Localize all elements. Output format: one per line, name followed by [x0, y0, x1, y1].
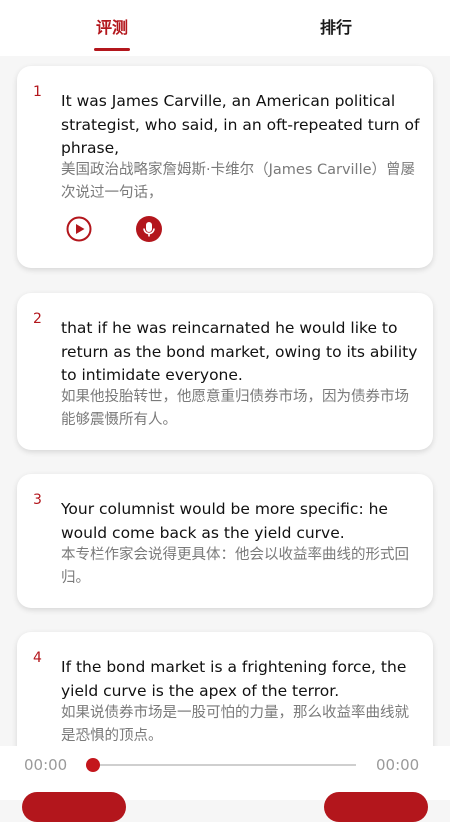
current-time: 00:00: [24, 756, 68, 774]
sentence-english: If the bond market is a frightening forc…: [61, 658, 407, 700]
active-tab-indicator: [94, 48, 130, 51]
audio-player: 00:00 00:00: [0, 746, 450, 822]
sentence-list[interactable]: 1 It was James Carville, an American pol…: [0, 56, 450, 746]
play-icon[interactable]: [66, 216, 92, 242]
tab-evaluation[interactable]: 评测: [72, 14, 152, 38]
sentence-number: 4: [33, 650, 42, 666]
sentence-english: Your columnist would be more specific: h…: [61, 500, 388, 542]
progress-track[interactable]: [92, 764, 356, 766]
sentence-chinese: 如果说债券市场是一股可怕的力量，那么收益率曲线就是恐惧的顶点。: [61, 705, 409, 744]
sentence-card[interactable]: 3 Your columnist would be more specific:…: [17, 474, 433, 608]
bottom-right-button[interactable]: [324, 792, 428, 822]
total-time: 00:00: [376, 756, 420, 774]
sentence-card[interactable]: 2 that if he was reincarnated he would l…: [17, 293, 433, 450]
sentence-english: It was James Carville, an American polit…: [61, 92, 420, 157]
sentence-chinese: 如果他投胎转世，他愿意重归债券市场，因为债券市场能够震慑所有人。: [61, 389, 409, 428]
sentence-number: 1: [33, 84, 42, 100]
bottom-left-button[interactable]: [22, 792, 126, 822]
sentence-card[interactable]: 4 If the bond market is a frightening fo…: [17, 632, 433, 746]
sentence-chinese: 本专栏作家会说得更具体：他会以收益率曲线的形式回归。: [61, 547, 409, 586]
tab-ranking[interactable]: 排行: [296, 14, 376, 38]
sentence-card[interactable]: 1 It was James Carville, an American pol…: [17, 66, 433, 268]
microphone-icon[interactable]: [136, 216, 162, 242]
progress-knob[interactable]: [86, 758, 100, 772]
sentence-chinese: 美国政治战略家詹姆斯·卡维尔（James Carville）曾屡次说过一句话，: [61, 162, 416, 201]
sentence-number: 3: [33, 492, 42, 508]
top-tab-bar: 评测 排行: [0, 0, 450, 56]
sentence-english: that if he was reincarnated he would lik…: [61, 319, 418, 384]
sentence-number: 2: [33, 311, 42, 327]
